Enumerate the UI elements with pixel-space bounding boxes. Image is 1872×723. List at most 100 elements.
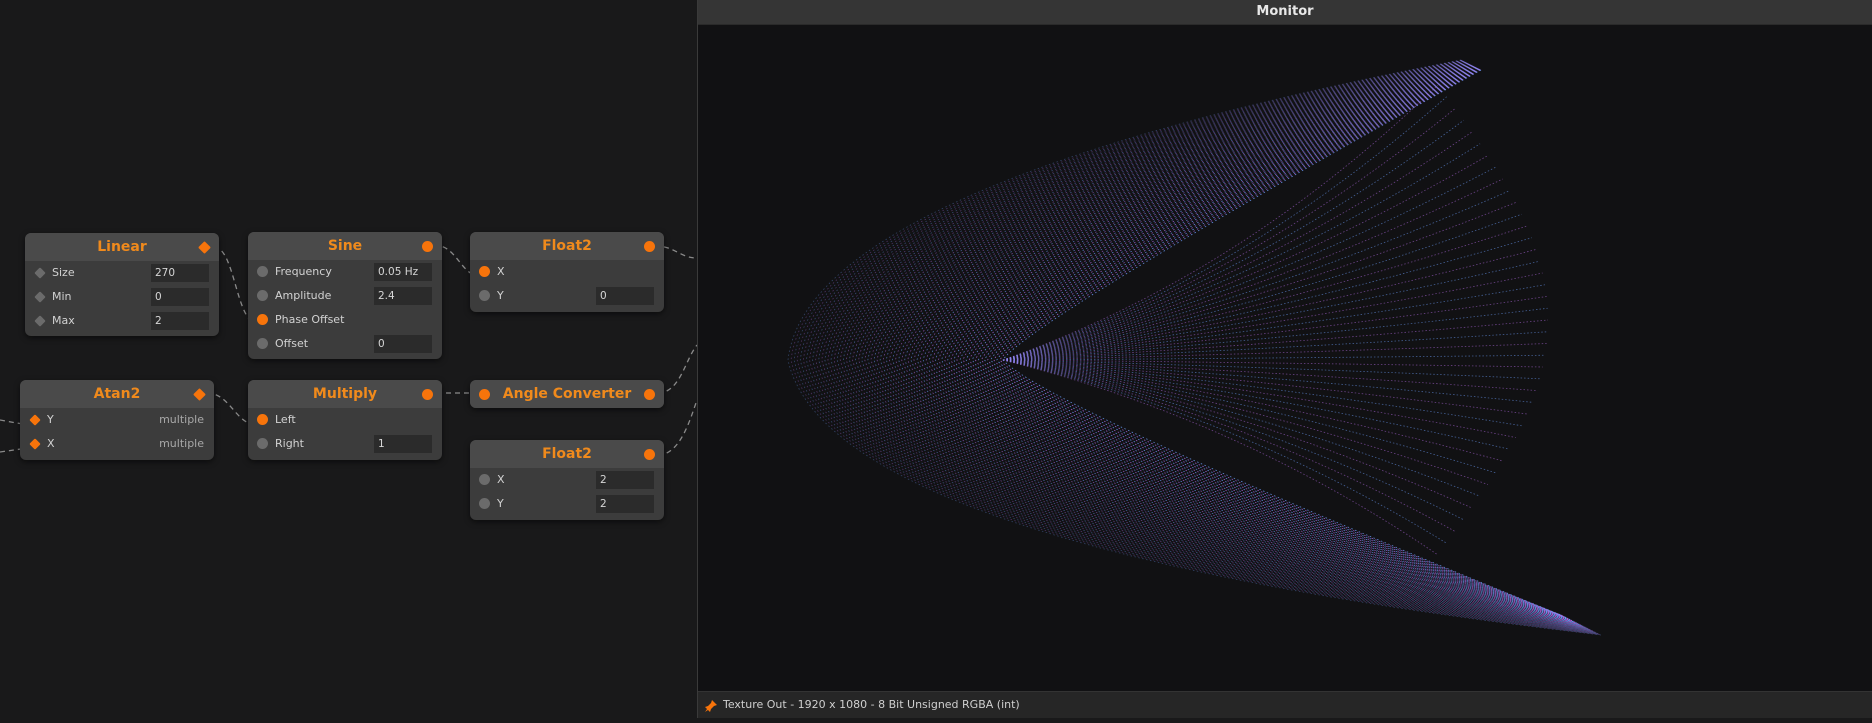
node-title: Atan2 [93, 386, 141, 402]
node-title: Multiply [312, 386, 378, 402]
viz-curve [999, 69, 1562, 616]
viz-curve [796, 60, 1600, 635]
viz-curve [990, 69, 1564, 617]
viz-curve [922, 65, 1576, 623]
viz-curve [1002, 359, 1473, 509]
float2-node-bottom[interactable]: Float2 X2 Y2 [470, 440, 664, 520]
input-port[interactable] [257, 438, 268, 449]
input-port-connected[interactable] [479, 266, 490, 277]
input-port-connected[interactable] [257, 414, 268, 425]
viz-curve [1002, 319, 1549, 361]
pin-icon[interactable] [704, 697, 718, 723]
status-bar: Texture Out - 1920 x 1080 - 8 Bit Unsign… [698, 691, 1872, 718]
param-label: Size [52, 266, 75, 279]
input-port-connected[interactable] [257, 314, 268, 325]
param-row: Max 2 [25, 309, 219, 333]
output-port[interactable] [644, 449, 655, 460]
input-port-connected[interactable] [29, 438, 41, 450]
input-port[interactable] [34, 315, 46, 327]
input-port-connected[interactable] [479, 389, 490, 400]
viz-curve [965, 67, 1568, 619]
viz-curve [858, 62, 1588, 629]
atan2-node[interactable]: Atan2 Ymultiple Xmultiple [20, 380, 214, 460]
param-row: Phase Offset [248, 308, 442, 332]
param-label: Y [47, 413, 54, 426]
param-value-field[interactable]: 0 [151, 288, 209, 306]
viz-curve [870, 63, 1586, 628]
param-label: Phase Offset [275, 313, 345, 326]
viz-curve [968, 68, 1568, 619]
output-port[interactable] [644, 389, 655, 400]
param-value-field[interactable]: 0 [596, 287, 654, 305]
viz-curve [916, 65, 1578, 624]
input-port[interactable] [479, 290, 490, 301]
param-row: Offset 0 [248, 332, 442, 356]
viz-curve [1002, 359, 1516, 438]
node-header[interactable]: Multiply [248, 380, 442, 408]
output-port[interactable] [644, 241, 655, 252]
float2-node-top[interactable]: Float2 X Y0 [470, 232, 664, 312]
param-value-field[interactable]: 270 [151, 264, 209, 282]
param-value-field[interactable]: 2 [151, 312, 209, 330]
param-label: Min [52, 290, 72, 303]
param-label: Frequency [275, 265, 332, 278]
viz-curve [1002, 359, 1496, 474]
viz-curve [1002, 69, 1562, 616]
node-header[interactable]: Linear [25, 233, 219, 261]
linear-node[interactable]: Linear Size 270 Min 0 Max 2 [25, 233, 219, 336]
viz-curve [907, 65, 1579, 625]
input-port[interactable] [257, 266, 268, 277]
viz-curve [787, 59, 1602, 636]
node-header[interactable]: Atan2 [20, 380, 214, 408]
viz-curve [1002, 155, 1489, 361]
angle-converter-node[interactable]: Angle Converter [470, 380, 664, 408]
input-port[interactable] [479, 474, 490, 485]
viz-curve [981, 68, 1566, 618]
input-port[interactable] [34, 267, 46, 279]
viz-curve [827, 61, 1594, 632]
param-value-field[interactable]: 0.05 Hz [374, 263, 432, 281]
param-label: X [47, 437, 55, 450]
viz-curve [1002, 178, 1503, 361]
input-port[interactable] [257, 290, 268, 301]
param-row: X [470, 260, 664, 284]
param-row: Y2 [470, 492, 664, 516]
input-port-connected[interactable] [29, 414, 41, 426]
viz-curve [1002, 343, 1547, 361]
param-row: X2 [470, 468, 664, 492]
viz-curve [1002, 359, 1540, 380]
sine-node[interactable]: Sine Frequency 0.05 Hz Amplitude 2.4 Phase… [248, 232, 442, 359]
input-port[interactable] [479, 498, 490, 509]
param-value-field[interactable]: 2.4 [374, 287, 432, 305]
node-header[interactable]: Float2 [470, 440, 664, 468]
param-value-field[interactable]: 0 [374, 335, 432, 353]
multiply-node[interactable]: Multiply Left Right 1 [248, 380, 442, 460]
param-label: X [497, 473, 505, 486]
node-wires [0, 244, 697, 456]
node-header[interactable]: Angle Converter [470, 380, 664, 408]
param-value-field[interactable]: 2 [596, 495, 654, 513]
param-value-field[interactable]: 2 [596, 471, 654, 489]
output-port[interactable] [422, 241, 433, 252]
output-port[interactable] [198, 241, 211, 254]
node-header[interactable]: Float2 [470, 232, 664, 260]
input-port[interactable] [34, 291, 46, 303]
param-label: X [497, 265, 505, 278]
viz-curve [852, 62, 1590, 630]
viz-curve [1002, 359, 1522, 427]
viz-curve [1002, 359, 1532, 403]
output-port[interactable] [193, 388, 206, 401]
viz-curve [1002, 354, 1545, 361]
viz-curve [1002, 307, 1548, 361]
node-graph-canvas[interactable]: Linear Size 270 Min 0 Max 2 Sine Frequency 0… [0, 0, 697, 718]
param-multiple-indicator: multiple [159, 437, 204, 450]
node-title: Float2 [542, 446, 592, 462]
input-port[interactable] [257, 338, 268, 349]
viz-curve [1002, 190, 1510, 361]
node-header[interactable]: Sine [248, 232, 442, 260]
param-value-field[interactable]: 1 [374, 435, 432, 453]
viz-curve [812, 60, 1597, 634]
viz-curve [839, 62, 1592, 631]
output-port[interactable] [422, 389, 433, 400]
viz-curve [1002, 260, 1540, 361]
